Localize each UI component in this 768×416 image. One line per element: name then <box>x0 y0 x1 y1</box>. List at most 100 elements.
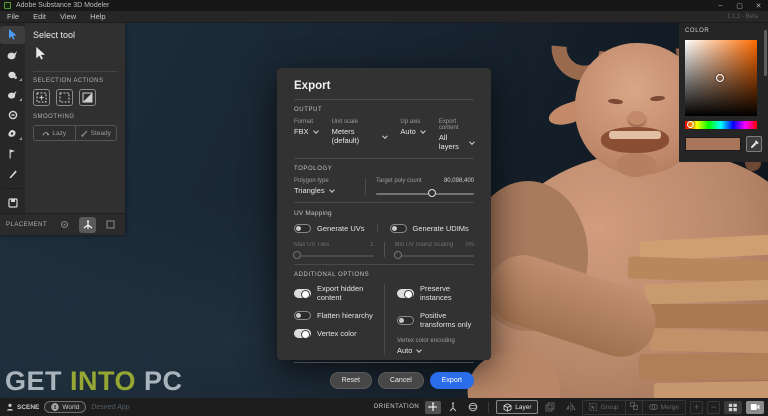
menu-view[interactable]: View <box>53 11 83 22</box>
chevron-down-icon <box>382 133 387 138</box>
ungroup-button[interactable] <box>625 401 643 414</box>
add-selection-button[interactable] <box>33 89 50 106</box>
group-button[interactable]: Group <box>583 402 624 413</box>
mirror-button[interactable] <box>562 401 578 414</box>
reset-button[interactable]: Reset <box>330 372 372 389</box>
eyedropper-icon <box>750 140 759 149</box>
snap-placement-button[interactable] <box>56 217 72 233</box>
maximize-icon[interactable]: ▢ <box>730 2 749 10</box>
generate-uvs-label: Generate UVs <box>317 224 365 233</box>
divider <box>488 402 489 413</box>
cancel-button[interactable]: Cancel <box>378 372 424 389</box>
lazy-label: Lazy <box>52 130 66 137</box>
placement-label: PLACEMENT <box>6 222 47 228</box>
close-icon[interactable]: ✕ <box>749 2 768 10</box>
export-hidden-content-label: Export hidden content <box>317 284 384 302</box>
zoom-out-button[interactable]: − <box>707 401 720 414</box>
flag-icon <box>8 149 17 159</box>
world-button[interactable]: World <box>44 401 86 413</box>
menu-help[interactable]: Help <box>83 11 112 22</box>
smoothing-label: SMOOTHING <box>33 114 117 120</box>
smudge-icon <box>7 70 18 80</box>
unit-scale-label: Unit scale <box>332 119 387 125</box>
chevron-down-icon <box>420 128 426 134</box>
orientation-gizmo-button[interactable] <box>425 401 441 414</box>
zoom-in-button[interactable]: + <box>690 401 703 414</box>
bounds-placement-button[interactable] <box>103 217 119 233</box>
orientation-axis-button[interactable] <box>445 401 461 414</box>
positive-transforms-toggle[interactable] <box>397 316 414 325</box>
bottom-toolbar: SCENE World Desired App ORIENTATION Laye… <box>0 398 768 416</box>
save-icon <box>8 198 18 208</box>
invert-selection-button[interactable] <box>79 89 96 106</box>
window-title: Adobe Substance 3D Modeler <box>16 2 109 9</box>
format-dropdown[interactable]: Format FBX <box>294 119 318 151</box>
cube-icon <box>503 403 512 412</box>
merge-button[interactable]: Merge <box>643 402 685 413</box>
marquee-selection-icon <box>59 92 70 103</box>
polygon-type-dropdown[interactable]: Polygon type Triangles <box>294 178 366 195</box>
scene-button[interactable]: SCENE <box>6 403 39 411</box>
selection-actions-label: SELECTION ACTIONS <box>33 78 117 84</box>
export-content-value: All layers <box>439 133 466 151</box>
book <box>654 381 768 398</box>
layer-button[interactable]: Layer <box>496 400 538 414</box>
up-axis-value: Auto <box>400 127 415 136</box>
preserve-instances-toggle[interactable] <box>397 289 414 298</box>
min-uv-island-slider[interactable] <box>395 255 475 257</box>
merge-label: Merge <box>661 404 679 411</box>
export-button[interactable]: Export <box>430 372 474 389</box>
vertex-encoding-dropdown[interactable]: Vertex color encoding Auto <box>397 338 474 355</box>
additional-options-label: ADDITIONAL OPTIONS <box>294 272 474 278</box>
camera-icon <box>750 403 760 411</box>
gizmo-icon <box>83 220 93 230</box>
erase-tool[interactable] <box>0 106 25 124</box>
substance-logo-icon <box>4 2 11 9</box>
gizmo-placement-button[interactable] <box>79 217 95 233</box>
export-dialog: Export OUTPUT Format FBX Unit scale Mete… <box>277 68 491 360</box>
unit-scale-dropdown[interactable]: Unit scale Meters (default) <box>332 119 387 151</box>
marquee-selection-button[interactable] <box>56 89 73 106</box>
buildup-tool[interactable] <box>0 86 25 104</box>
generate-udims-label: Generate UDIMs <box>413 224 469 233</box>
save-tool[interactable] <box>0 194 25 212</box>
minimize-icon[interactable]: – <box>711 2 730 10</box>
export-content-dropdown[interactable]: Export content All layers <box>439 119 474 151</box>
add-selection-icon <box>36 92 47 103</box>
saturation-value-picker[interactable] <box>685 40 757 116</box>
erase-icon <box>8 110 18 120</box>
up-axis-dropdown[interactable]: Up axis Auto <box>400 119 424 151</box>
duplicate-button[interactable] <box>542 401 558 414</box>
clay-tool[interactable] <box>0 46 25 64</box>
eyedropper-button[interactable] <box>746 136 762 152</box>
slider-knob[interactable] <box>428 189 436 197</box>
pen-tool[interactable] <box>0 165 25 183</box>
vertex-color-toggle[interactable] <box>294 329 311 338</box>
slider-knob[interactable] <box>394 251 402 259</box>
mirror-icon <box>565 402 576 412</box>
menu-edit[interactable]: Edit <box>26 11 53 22</box>
generate-udims-toggle[interactable] <box>390 224 407 233</box>
color-picker-cursor[interactable] <box>716 74 724 82</box>
generate-uvs-toggle[interactable] <box>294 224 311 233</box>
slider-knob[interactable] <box>293 251 301 259</box>
lazy-button[interactable]: Lazy <box>34 126 75 140</box>
camera-toggle-button[interactable] <box>746 401 764 414</box>
export-hidden-content-toggle[interactable] <box>294 289 311 298</box>
scrollbar[interactable] <box>764 30 767 76</box>
orientation-world-button[interactable] <box>465 401 481 414</box>
menu-file[interactable]: File <box>0 11 26 22</box>
snap-icon <box>60 220 69 229</box>
hue-cursor[interactable] <box>687 121 694 128</box>
select-tool[interactable] <box>0 26 25 44</box>
grid-view-button[interactable] <box>724 401 742 414</box>
target-poly-slider[interactable] <box>376 193 474 195</box>
hue-slider[interactable] <box>685 121 757 129</box>
smudge-tool[interactable] <box>0 66 25 84</box>
steady-button[interactable]: Steady <box>75 126 117 140</box>
flatten-hierarchy-toggle[interactable] <box>294 311 311 320</box>
max-uv-tiles-slider[interactable] <box>294 255 374 257</box>
divider <box>33 71 117 72</box>
paint-tool[interactable] <box>0 126 25 144</box>
mark-tool[interactable] <box>0 145 25 163</box>
